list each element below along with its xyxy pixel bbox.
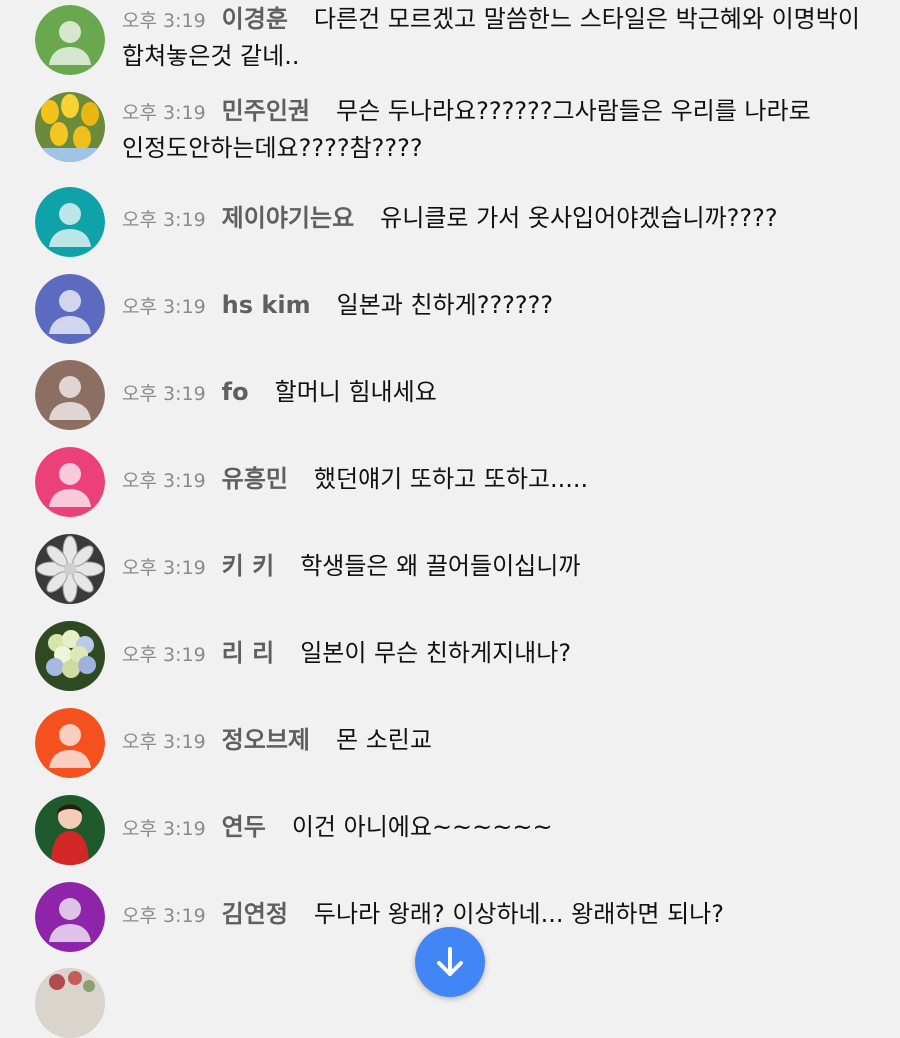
message-time: 오후 3:19: [122, 818, 206, 840]
message-content: 몬 소린교: [336, 726, 432, 754]
message-time: 오후 3:19: [122, 296, 206, 318]
message-time: 오후 3:19: [122, 557, 206, 579]
message-text-block: 오후 3:19 이경훈 다른건 모르겠고 말씀한느 스타일은 박근혜와 이명박이 합…: [122, 2, 860, 74]
hydrangea-photo[interactable]: [35, 621, 105, 691]
message-content: 할머니 힘내세요: [274, 378, 437, 406]
message-time: 오후 3:19: [122, 10, 206, 32]
message-content: 이건 아니에요~~~~~~: [291, 813, 553, 841]
message-author[interactable]: fo: [222, 378, 249, 406]
message-author[interactable]: 제이야기는요: [222, 204, 354, 232]
default-avatar-icon[interactable]: [35, 5, 105, 75]
default-avatar-icon[interactable]: [35, 187, 105, 257]
message-author[interactable]: 유흥민: [222, 465, 288, 493]
default-avatar-icon[interactable]: [35, 708, 105, 778]
message-author[interactable]: 김연정: [222, 900, 288, 928]
message-time: 오후 3:19: [122, 209, 206, 231]
default-avatar-icon[interactable]: [35, 447, 105, 517]
partial-avatar: [35, 968, 105, 1038]
message-text-block: 오후 3:19 리 리 일본이 무슨 친하게지내나?: [122, 636, 860, 673]
default-avatar-icon[interactable]: [35, 882, 105, 952]
message-text-block: 오후 3:19 연두 이건 아니에요~~~~~~: [122, 810, 860, 847]
white-flower-photo[interactable]: [35, 534, 105, 604]
arrow-down-icon: [437, 947, 463, 976]
message-author[interactable]: 연두: [222, 813, 266, 841]
message-content: 두나라 왕래? 이상하네... 왕래하면 되나?: [313, 900, 724, 928]
message-time: 오후 3:19: [122, 383, 206, 405]
message-text-block: 오후 3:19 김연정 두나라 왕래? 이상하네... 왕래하면 되나?: [122, 897, 860, 934]
message-author[interactable]: 리 리: [222, 639, 275, 667]
message-text-block: 오후 3:19 유흥민 했던얘기 또하고 또하고.....: [122, 462, 860, 499]
message-author[interactable]: 정오브제: [222, 726, 310, 754]
default-avatar-icon[interactable]: [35, 274, 105, 344]
message-author[interactable]: 이경훈: [222, 5, 288, 33]
message-author[interactable]: 키 키: [222, 552, 275, 580]
scroll-to-bottom-button[interactable]: [415, 927, 485, 997]
woman-red-dress-photo[interactable]: [35, 795, 105, 865]
message-content: 했던얘기 또하고 또하고.....: [313, 465, 589, 493]
chat-message-list[interactable]: 오후 3:19 이경훈 다른건 모르겠고 말씀한느 스타일은 박근혜와 이명박이 합…: [0, 0, 900, 985]
message-time: 오후 3:19: [122, 102, 206, 124]
message-content: 유니클로 가서 옷사입어야겠습니까????: [380, 204, 778, 232]
message-author[interactable]: hs kim: [222, 291, 311, 319]
message-text-block: 오후 3:19 정오브제 몬 소린교: [122, 723, 860, 760]
message-author[interactable]: 민주인권: [222, 97, 310, 125]
message-content: 일본이 무슨 친하게지내나?: [300, 639, 572, 667]
message-time: 오후 3:19: [122, 905, 206, 927]
message-time: 오후 3:19: [122, 470, 206, 492]
message-time: 오후 3:19: [122, 731, 206, 753]
message-time: 오후 3:19: [122, 644, 206, 666]
message-text-block: 오후 3:19 hs kim 일본과 친하게??????: [122, 288, 860, 325]
message-text-block: 오후 3:19 민주인권 무슨 두나라요??????그사람들은 우리를 나라로 인정…: [122, 94, 860, 166]
message-content: 일본과 친하게??????: [336, 291, 554, 319]
message-text-block: 오후 3:19 제이야기는요 유니클로 가서 옷사입어야겠습니까????: [122, 201, 860, 238]
default-avatar-icon[interactable]: [35, 360, 105, 430]
yellow-tulips-photo[interactable]: [35, 92, 105, 162]
message-text-block: 오후 3:19 키 키 학생들은 왜 끌어들이십니까: [122, 549, 860, 586]
message-content: 학생들은 왜 끌어들이십니까: [300, 552, 581, 580]
message-text-block: 오후 3:19 fo 할머니 힘내세요: [122, 375, 860, 412]
